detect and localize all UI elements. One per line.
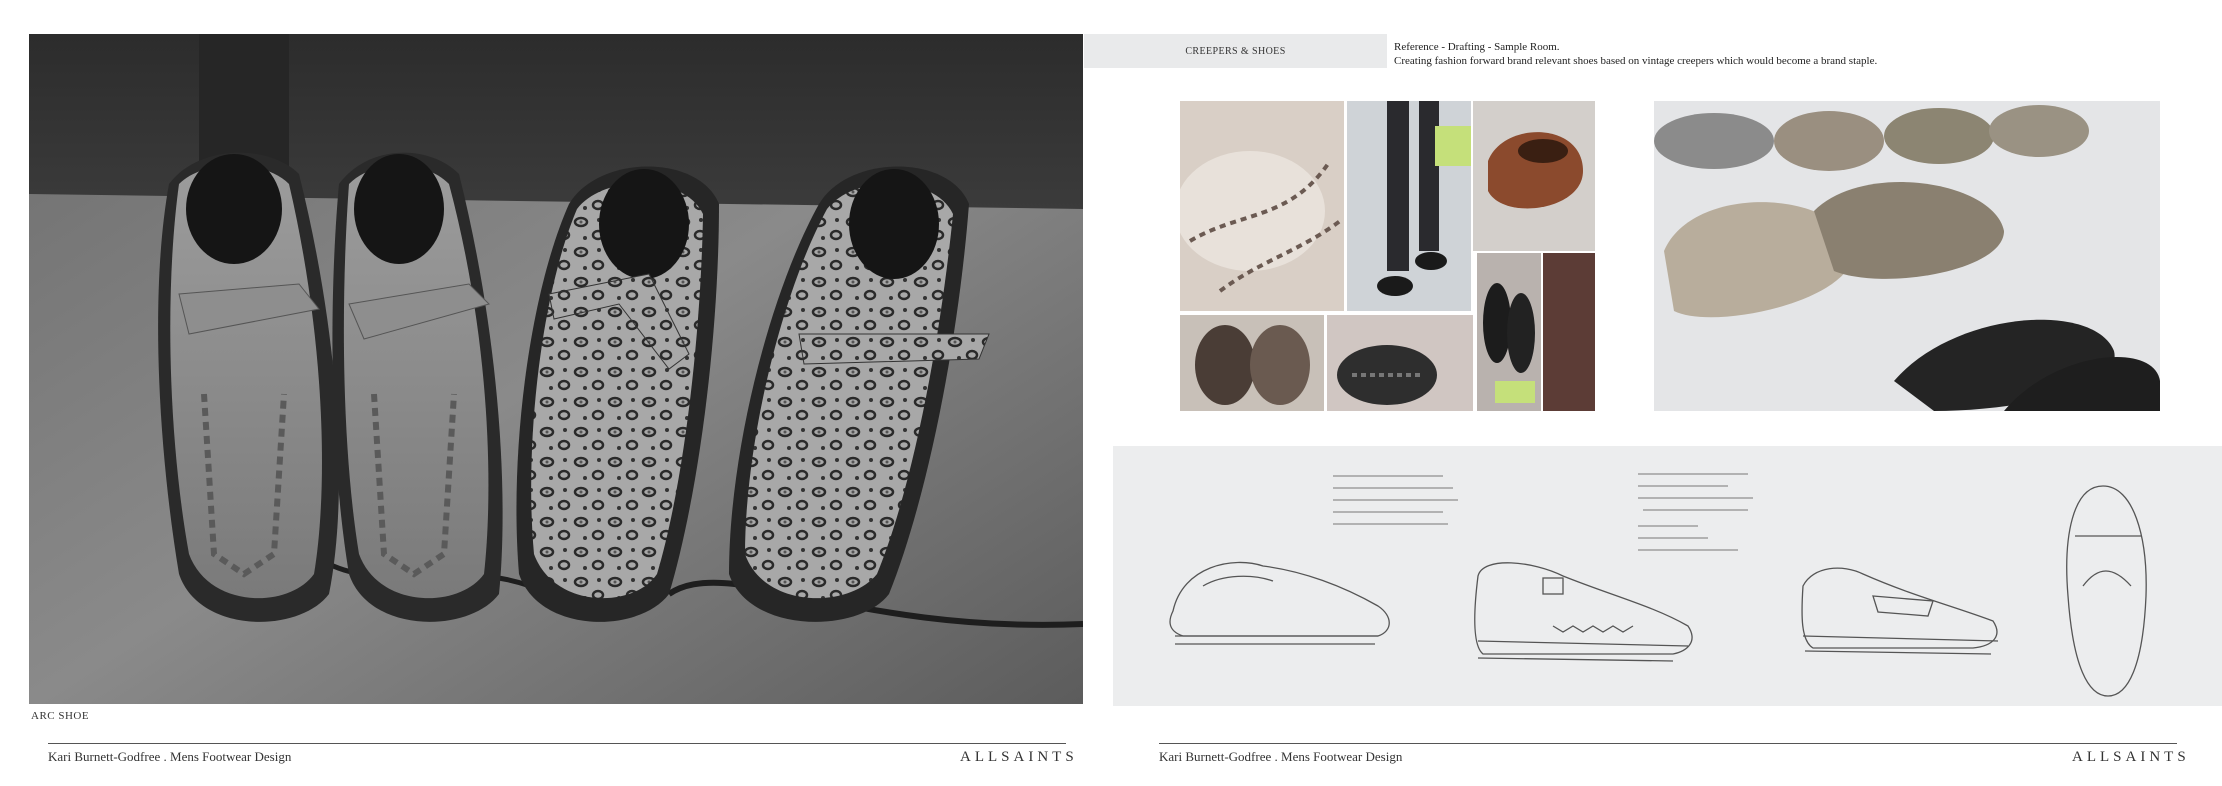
reference-line-1: Reference - Drafting - Sample Room. xyxy=(1394,41,1560,53)
footer-rule-left xyxy=(48,743,1066,744)
section-tag-label: CREEPERS & SHOES xyxy=(1185,45,1286,57)
moodboard-photo-legs xyxy=(1347,101,1471,311)
handwritten-notes-1 xyxy=(1333,475,1458,525)
moodboard-photo-creeper-row xyxy=(1654,101,2160,411)
stitched-suede-image xyxy=(1180,151,1342,293)
sketch-panel xyxy=(1113,446,2222,706)
reference-moodboard xyxy=(1180,101,2160,411)
section-tag: CREEPERS & SHOES xyxy=(1084,34,1387,68)
black-shoes-image xyxy=(1483,283,1535,403)
moodboard-photo-creepers-pair xyxy=(1180,315,1324,411)
woven-shoe-image xyxy=(1337,345,1437,405)
footer-designer-left: Kari Burnett-Godfree . Mens Footwear Des… xyxy=(48,749,292,764)
footer-designer-right: Kari Burnett-Godfree . Mens Footwear Des… xyxy=(1159,749,1403,764)
photo-caption: ARC SHOE xyxy=(31,710,90,722)
monk-creeper-sketch xyxy=(1474,562,1693,662)
brand-logo-right: ALLSAINTS xyxy=(2072,749,2190,765)
creeper-shoes-photo xyxy=(29,34,1083,704)
moodboard-photo-dark-leather xyxy=(1543,253,1595,411)
moodboard-photo-woven-shoe xyxy=(1327,315,1473,411)
loafer-image xyxy=(1488,132,1583,209)
creeper-row-image xyxy=(1654,105,2160,411)
moodboard-photo-black-shoes xyxy=(1477,253,1541,411)
creepers-pair-image xyxy=(1195,325,1310,405)
loafer-sketch xyxy=(1801,567,1999,655)
technical-sketches xyxy=(1169,473,2147,697)
brogue-sketch xyxy=(1169,561,1390,645)
legs-image xyxy=(1377,101,1471,296)
moodboard-photo-loafer xyxy=(1473,101,1595,251)
brand-logo-left: ALLSAINTS xyxy=(960,749,1078,765)
reference-text: Reference - Drafting - Sample Room. Crea… xyxy=(1394,40,1877,68)
moodboard-photo-stitched-suede xyxy=(1180,101,1344,311)
loafer-top-view-sketch xyxy=(2066,485,2147,697)
reference-line-2: Creating fashion forward brand relevant … xyxy=(1394,55,1878,67)
handwritten-notes-2 xyxy=(1638,473,1753,551)
hero-photo xyxy=(29,34,1083,704)
footer-rule-right xyxy=(1159,743,2177,744)
